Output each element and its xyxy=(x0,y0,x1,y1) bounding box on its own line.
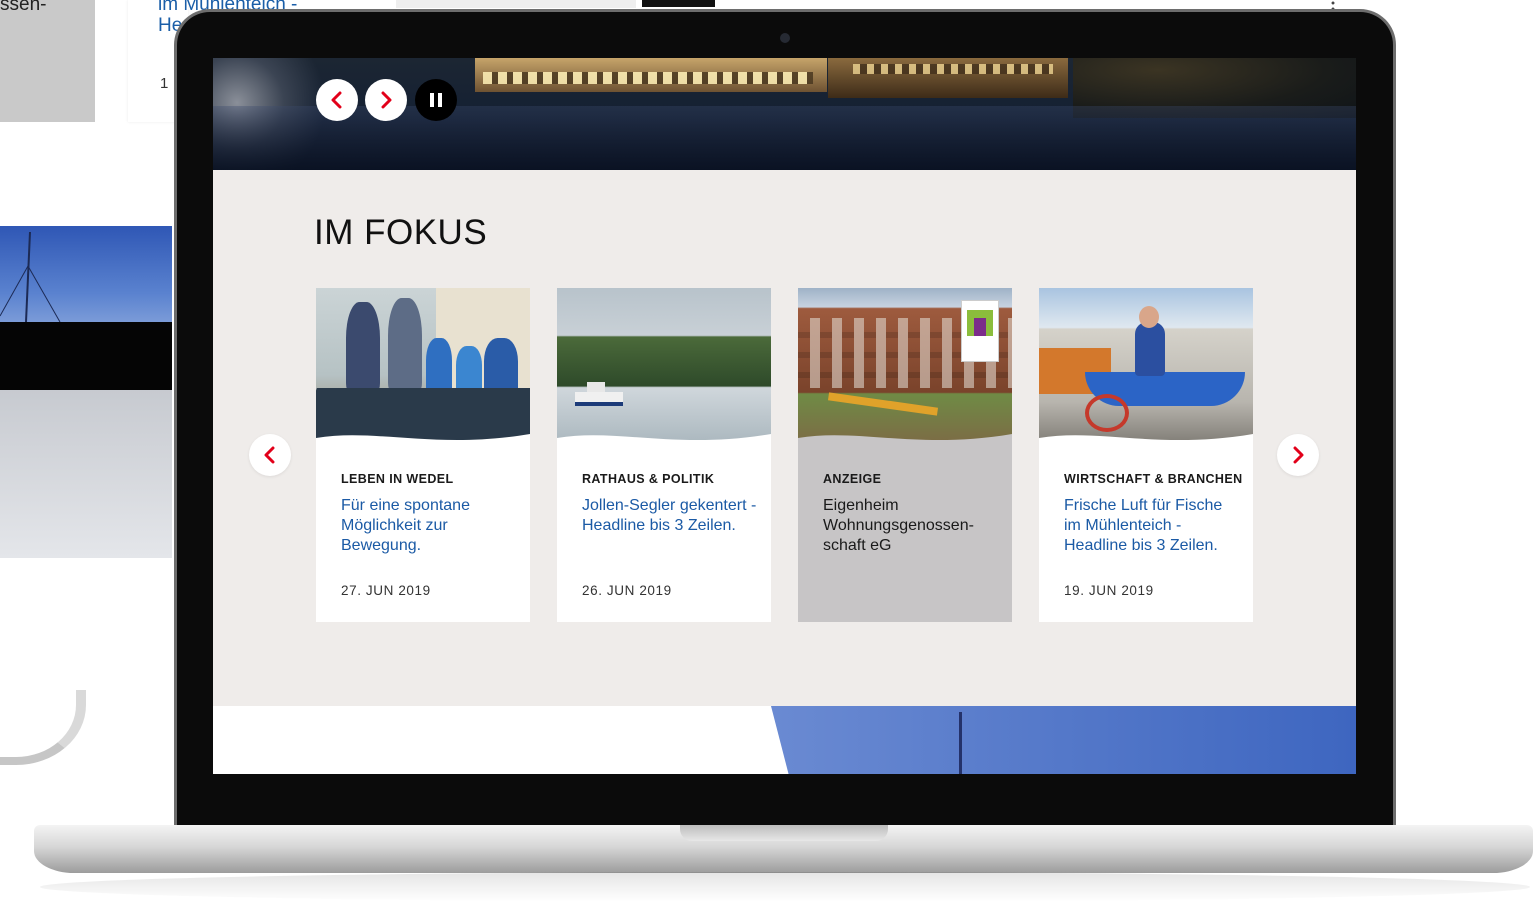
card-image-person xyxy=(1135,322,1165,376)
card-date: 26. JUN 2019 xyxy=(582,583,672,598)
news-card-rathaus-politik[interactable]: Rathaus & Politik Jollen-Segler gekenter… xyxy=(557,288,771,622)
card-image-net xyxy=(1085,394,1129,432)
card-image-seesaw xyxy=(827,392,939,416)
chevron-right-icon xyxy=(1293,446,1304,464)
card-image xyxy=(316,288,530,446)
background-partial-text: ssen- xyxy=(0,0,47,15)
website-screen: IM FOKUS Leben in Wedel Für eine spontan… xyxy=(213,58,1356,774)
card-wave xyxy=(316,434,530,452)
card-title-link[interactable]: Frische Luft für Fische im Mühlenteich -… xyxy=(1064,496,1239,556)
hero-slider xyxy=(213,58,1356,170)
ad-card-eigenheim[interactable]: Anzeige Eigenheim Wohnungsgenossen-schaf… xyxy=(798,288,1012,622)
laptop-shadow xyxy=(40,872,1530,902)
background-partial-date: 1 xyxy=(160,75,169,92)
section-title: IM FOKUS xyxy=(314,213,488,252)
card-image-person xyxy=(456,346,482,394)
card-category: Wirtschaft & Branchen xyxy=(1064,472,1243,486)
imac-screen-lower xyxy=(0,390,172,558)
camera-icon xyxy=(780,33,790,43)
card-category: Rathaus & Politik xyxy=(582,472,715,486)
news-card-leben-in-wedel[interactable]: Leben in Wedel Für eine spontane Möglich… xyxy=(316,288,530,622)
card-image-person xyxy=(388,298,422,392)
imac-stand xyxy=(0,690,86,765)
card-date: 27. JUN 2019 xyxy=(341,583,431,598)
card-title-link[interactable]: Jollen-Segler gekentert - Headline bis 3… xyxy=(582,496,757,536)
card-title-link[interactable]: Für eine spontane Möglichkeit zur Bewegu… xyxy=(341,496,516,556)
card-image-person xyxy=(346,302,380,392)
hero-next-button[interactable] xyxy=(365,79,407,121)
card-image xyxy=(798,288,1012,446)
card-date: 19. JUN 2019 xyxy=(1064,583,1154,598)
card-image-person-head xyxy=(1139,306,1159,328)
chevron-left-icon xyxy=(264,446,275,464)
background-top-black-bar xyxy=(642,0,715,7)
hero-image-lights-2 xyxy=(853,64,1053,74)
mast-icon xyxy=(0,231,61,322)
background-top-bar xyxy=(396,0,636,8)
chevron-right-icon xyxy=(381,91,392,109)
laptop-notch xyxy=(680,825,888,841)
pause-icon xyxy=(430,93,442,107)
hero-pause-button[interactable] xyxy=(415,79,457,121)
carousel-next-button[interactable] xyxy=(1277,434,1319,476)
carousel-prev-button[interactable] xyxy=(249,434,291,476)
card-wave xyxy=(557,434,771,452)
card-image xyxy=(557,288,771,446)
next-section-image xyxy=(771,706,1356,774)
door-icon xyxy=(974,318,986,336)
card-category: Anzeige xyxy=(823,472,882,486)
card-image xyxy=(1039,288,1253,446)
card-image-person xyxy=(426,338,452,394)
card-title-link[interactable]: Eigenheim Wohnungsgenossen-schaft eG xyxy=(823,496,998,556)
mast-icon xyxy=(959,712,962,774)
hero-image-lights xyxy=(483,72,813,84)
card-category: Leben in Wedel xyxy=(341,472,454,486)
imac-screen-band xyxy=(0,322,172,390)
card-wave xyxy=(798,434,1012,452)
chevron-left-icon xyxy=(331,91,342,109)
card-wave xyxy=(1039,434,1253,452)
hero-prev-button[interactable] xyxy=(316,79,358,121)
imac-screen-sky xyxy=(0,226,172,322)
news-card-wirtschaft-branchen[interactable]: Wirtschaft & Branchen Frische Luft für F… xyxy=(1039,288,1253,622)
card-image-boat xyxy=(575,392,623,406)
background-card-grey xyxy=(0,0,95,122)
